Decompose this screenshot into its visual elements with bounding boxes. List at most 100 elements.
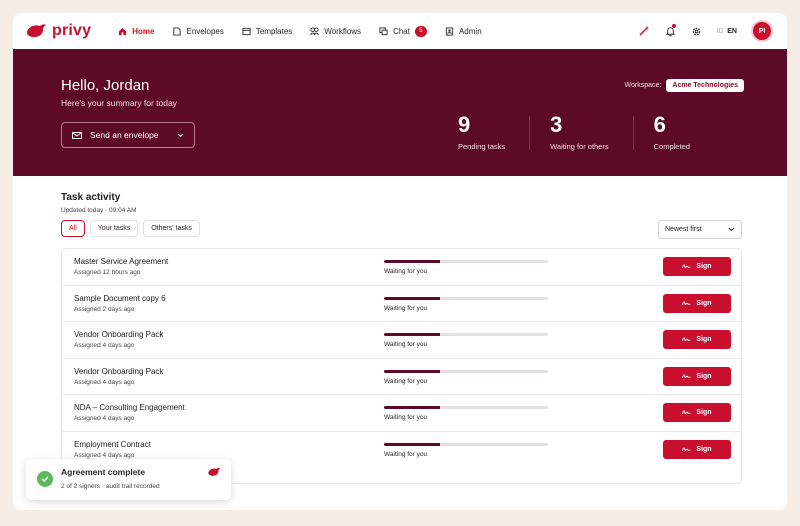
stat-pending-value: 9: [458, 112, 471, 137]
task-name[interactable]: Sample Document copy 6: [74, 294, 166, 303]
sign-button[interactable]: Sign: [663, 439, 731, 459]
brand-name: privy: [52, 22, 92, 39]
sort-select[interactable]: Newest first: [658, 220, 742, 239]
stat-pending[interactable]: 9 Pending tasks: [458, 112, 529, 152]
task-status: Waiting for you: [384, 268, 428, 275]
stat-completed-label: Completed: [653, 142, 690, 151]
table-row[interactable]: Vendor Onboarding Pack Assigned 4 days ag…: [62, 359, 741, 395]
signature-icon: [682, 410, 692, 415]
nav-chat[interactable]: Chat 5: [370, 13, 436, 49]
nav-chat-label: Chat: [393, 26, 410, 36]
nav-templates-label: Templates: [255, 26, 293, 36]
task-progress-bar: [384, 442, 548, 446]
task-name[interactable]: Vendor Onboarding Pack: [74, 330, 163, 339]
bell-icon[interactable]: [664, 24, 677, 37]
task-assigned: Assigned 12 hours ago: [74, 269, 141, 276]
stats-group: 9 Pending tasks 3 Waiting for others 6 C…: [458, 112, 714, 152]
table-row[interactable]: Sample Document copy 6 Assigned 2 days ag…: [62, 286, 741, 322]
nav-home[interactable]: Home: [109, 13, 163, 49]
envelope-icon: [172, 26, 182, 36]
table-row[interactable]: NDA – Consulting Engagement Assigned 4 da…: [62, 395, 741, 432]
task-name[interactable]: Vendor Onboarding Pack: [74, 367, 163, 376]
task-activity-title: Task activity: [61, 192, 121, 203]
app-window: privy Home Envelopes Templates Workflows…: [13, 13, 787, 510]
stat-completed[interactable]: 6 Completed: [653, 114, 714, 152]
task-assigned: Assigned 4 days ago: [74, 451, 135, 459]
task-progress-bar: [384, 333, 548, 336]
task-assigned: Assigned 4 days ago: [74, 342, 135, 349]
table-row[interactable]: Master Service Agreement Assigned 12 hour…: [62, 249, 741, 286]
lang-en[interactable]: EN: [727, 28, 737, 35]
sign-button-label: Sign: [696, 263, 712, 270]
task-status: Waiting for you: [384, 414, 428, 421]
sign-button-label: Sign: [696, 409, 712, 416]
task-name[interactable]: Master Service Agreement: [74, 257, 168, 266]
nav-admin-label: Admin: [458, 26, 482, 36]
magic-wand-icon[interactable]: [638, 25, 650, 37]
sign-button-label: Sign: [696, 299, 712, 307]
home-icon: [118, 27, 127, 36]
sign-button[interactable]: Sign: [663, 403, 731, 422]
chevron-down-icon: [728, 227, 735, 232]
greeting-subtitle: Here's your summary for today: [61, 98, 177, 108]
nav-workflows[interactable]: Workflows: [301, 13, 370, 49]
check-icon: [37, 471, 53, 487]
sign-button-label: Sign: [696, 445, 712, 453]
nav-templates[interactable]: Templates: [233, 13, 301, 49]
nav-home-label: Home: [132, 26, 155, 36]
task-name[interactable]: Employment Contract: [74, 440, 151, 449]
task-list: Master Service Agreement Assigned 12 hour…: [61, 248, 742, 484]
filter-all[interactable]: All: [61, 220, 85, 237]
avatar[interactable]: PI: [751, 20, 773, 42]
stat-divider: [529, 116, 531, 150]
privy-logo-icon: [208, 467, 221, 476]
signature-icon: [682, 264, 692, 269]
send-envelope-button[interactable]: Send an envelope: [61, 122, 195, 148]
sign-button[interactable]: Sign: [663, 293, 731, 313]
sign-button[interactable]: Sign: [663, 330, 731, 349]
workspace-chip[interactable]: Acme Technologies: [666, 79, 744, 92]
task-progress-bar: [384, 406, 548, 409]
stat-waiting-value: 3: [550, 112, 563, 137]
signature-icon: [682, 446, 692, 451]
task-assigned: Assigned 2 days ago: [74, 305, 135, 313]
nav-envelopes[interactable]: Envelopes: [163, 13, 232, 49]
task-filters: All Your tasks Others' tasks: [61, 220, 200, 237]
summary-hero: Hello, Jordan Here's your summary for to…: [13, 49, 787, 176]
task-name[interactable]: NDA – Consulting Engagement: [74, 403, 185, 412]
task-progress-bar: [384, 260, 548, 263]
signature-icon: [682, 337, 692, 342]
language-switch[interactable]: ID EN: [716, 28, 737, 35]
logo[interactable]: privy: [25, 22, 91, 40]
task-status: Waiting for you: [384, 304, 428, 312]
filter-your-tasks[interactable]: Your tasks: [89, 220, 139, 237]
workspace-label: Workspace:: [624, 82, 662, 89]
task-progress-fill: [384, 260, 440, 263]
admin-icon: [445, 26, 454, 36]
task-status: Waiting for you: [384, 377, 428, 385]
stat-waiting[interactable]: 3 Waiting for others: [550, 112, 633, 152]
signature-icon: [682, 300, 692, 305]
lang-id[interactable]: ID: [716, 28, 723, 35]
workflow-icon: [310, 26, 319, 36]
toast-notification[interactable]: Agreement complete 2 of 2 signers · audi…: [26, 459, 231, 500]
task-progress-fill: [384, 369, 440, 373]
chat-badge: 5: [414, 25, 427, 37]
task-progress-fill: [384, 406, 440, 409]
sign-button[interactable]: Sign: [663, 366, 731, 386]
task-assigned: Assigned 4 days ago: [74, 378, 135, 386]
sign-button-label: Sign: [696, 372, 712, 380]
gear-icon[interactable]: [690, 25, 702, 37]
sort-value: Newest first: [665, 226, 702, 233]
updated-timestamp: Updated today · 09:04 AM: [61, 207, 137, 214]
task-assigned: Assigned 4 days ago: [74, 415, 135, 422]
nav-admin[interactable]: Admin: [436, 13, 491, 49]
filter-others-tasks[interactable]: Others' tasks: [143, 220, 200, 237]
task-progress-fill: [384, 442, 440, 446]
template-icon: [242, 27, 251, 36]
top-nav: privy Home Envelopes Templates Workflows…: [13, 13, 787, 49]
table-row[interactable]: Vendor Onboarding Pack Assigned 4 days ag…: [62, 322, 741, 359]
send-envelope-icon: [72, 131, 82, 139]
sign-button[interactable]: Sign: [663, 257, 731, 276]
workspace-selector: Workspace: Acme Technologies: [625, 79, 744, 92]
